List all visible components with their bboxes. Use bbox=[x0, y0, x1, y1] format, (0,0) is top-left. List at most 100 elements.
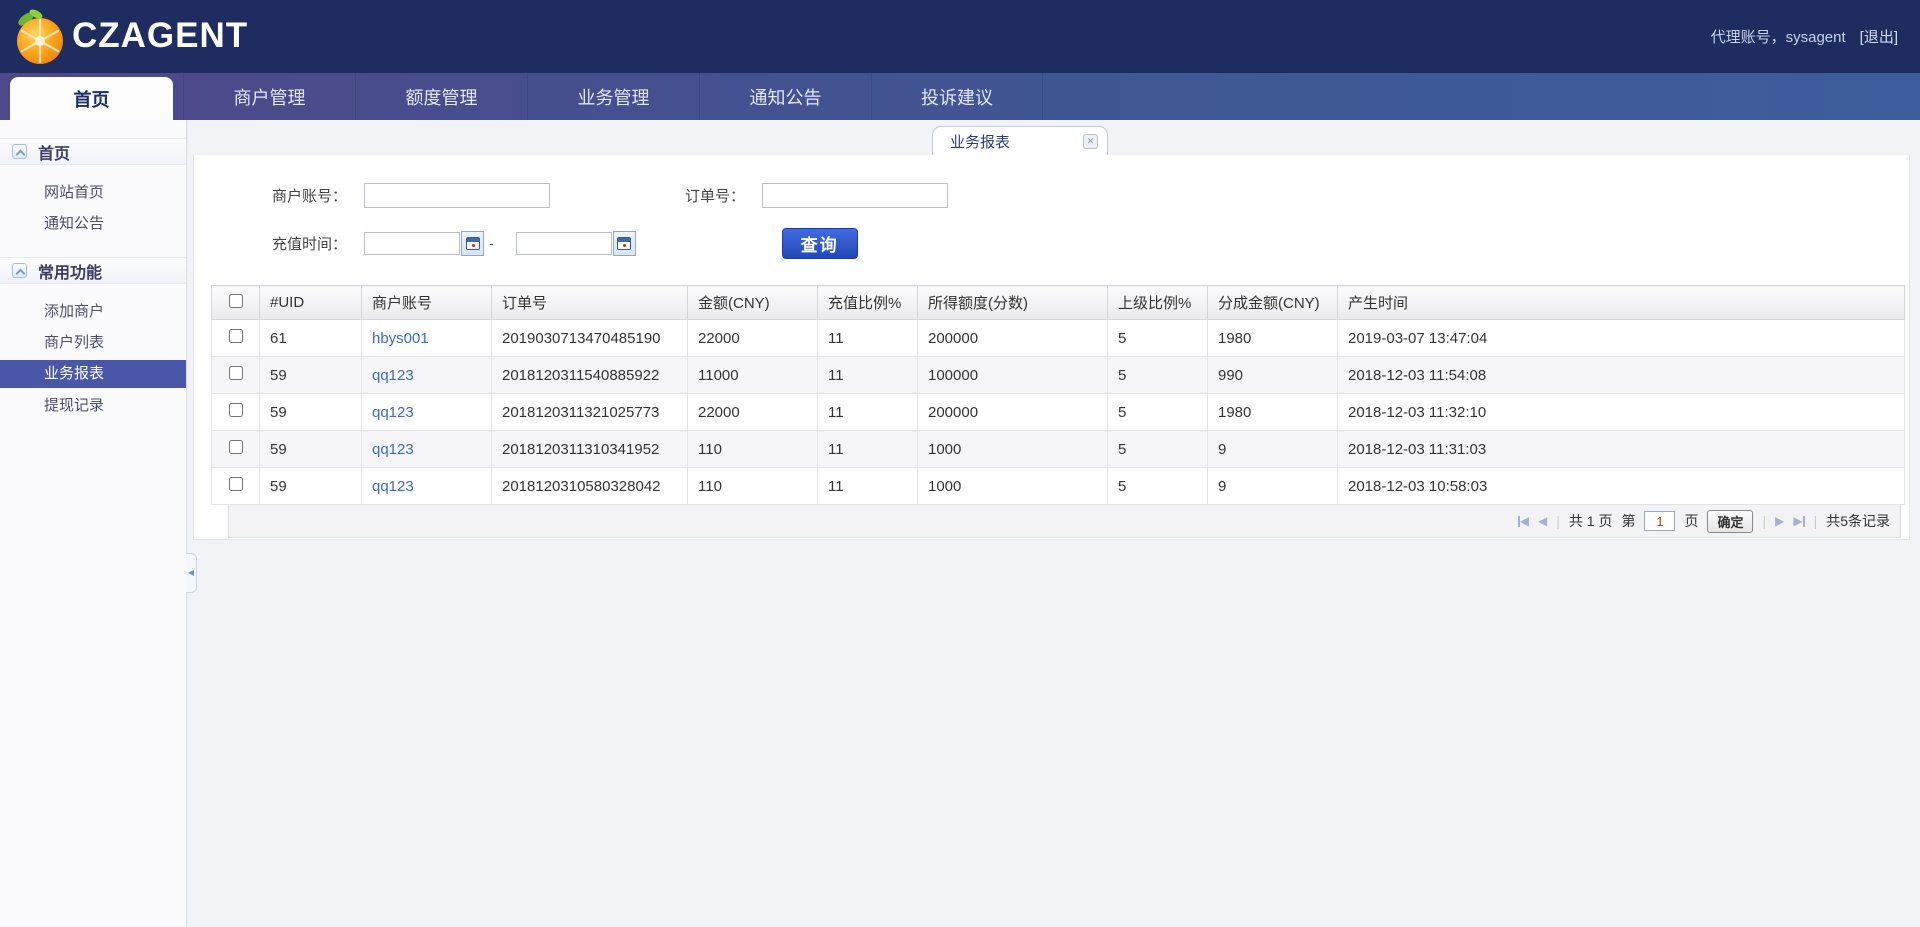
first-page-icon[interactable]: ◀ bbox=[1517, 514, 1529, 528]
content-area: 商户账号： 订单号： 充值时间： - 查询 #UID 商户账号 订单号 金额(C… bbox=[188, 120, 1920, 927]
sidebar: 首页 网站首页 通知公告 常用功能 添加商户 商户列表 业务报表 提现记录 bbox=[0, 120, 187, 927]
cell-share_amount: 9 bbox=[1207, 430, 1338, 468]
next-page-icon[interactable]: ▶ bbox=[1775, 514, 1784, 528]
cell-order: 2018120310580328042 bbox=[491, 467, 688, 505]
cell-order: 2018120311310341952 bbox=[491, 430, 688, 468]
last-page-icon[interactable]: ▶ bbox=[1793, 514, 1805, 528]
report-table-wrap: #UID 商户账号 订单号 金额(CNY) 充值比例% 所得额度(分数) 上级比… bbox=[211, 285, 1905, 538]
select-all-checkbox[interactable] bbox=[228, 293, 243, 308]
row-checkbox[interactable] bbox=[228, 477, 243, 491]
calendar-icon[interactable] bbox=[461, 230, 484, 256]
cell-uid: 59 bbox=[259, 356, 362, 394]
merchant-account-link[interactable]: qq123 bbox=[372, 404, 414, 421]
sidebar-item-merchant-list[interactable]: 商户列表 bbox=[0, 327, 186, 358]
confirm-page-button[interactable]: 确定 bbox=[1707, 509, 1754, 533]
brand-logo-icon bbox=[12, 7, 70, 67]
merchant-account-link[interactable]: qq123 bbox=[372, 367, 414, 384]
cell-amount: 22000 bbox=[687, 319, 818, 357]
cell-amount: 110 bbox=[687, 467, 818, 505]
cell-credit: 1000 bbox=[917, 430, 1108, 468]
page-number-input[interactable] bbox=[1644, 511, 1676, 531]
cell-order: 2019030713470485190 bbox=[491, 319, 688, 357]
calendar-icon[interactable] bbox=[612, 230, 636, 256]
cell-uid: 59 bbox=[259, 393, 362, 431]
nav-item-quota-mgmt[interactable]: 额度管理 bbox=[355, 73, 527, 120]
merchant-account-link[interactable]: qq123 bbox=[372, 441, 414, 458]
cell-parent_ratio: 5 bbox=[1107, 467, 1208, 505]
nav-item-notice[interactable]: 通知公告 bbox=[699, 73, 871, 120]
row-checkbox-cell bbox=[211, 356, 260, 394]
cell-account: qq123 bbox=[361, 430, 492, 468]
tab-business-report-active[interactable]: 业务报表 ✕ bbox=[932, 126, 1108, 155]
row-checkbox[interactable] bbox=[228, 329, 243, 343]
prev-page-icon[interactable]: ◀ bbox=[1538, 514, 1547, 528]
cell-parent_ratio: 5 bbox=[1107, 356, 1208, 394]
sidebar-item-withdraw-records[interactable]: 提现记录 bbox=[0, 390, 186, 421]
table-row: 59 qq123 2018120311310341952 110 11 1000 5 9 201… bbox=[211, 430, 1905, 468]
cell-account: qq123 bbox=[361, 467, 492, 505]
collapse-chevron-icon[interactable] bbox=[12, 263, 27, 278]
cell-share_amount: 9 bbox=[1207, 467, 1338, 505]
search-form-row-2: 充值时间： - 查询 bbox=[194, 227, 1909, 259]
cell-account: qq123 bbox=[361, 356, 492, 394]
merchant-account-input[interactable] bbox=[364, 182, 550, 208]
cell-uid: 59 bbox=[259, 430, 362, 468]
total-pages-text: 共 1 页 bbox=[1568, 513, 1613, 529]
merchant-account-link[interactable]: hbys001 bbox=[372, 330, 429, 347]
row-checkbox[interactable] bbox=[228, 366, 243, 380]
recharge-time-label: 充值时间： bbox=[271, 235, 347, 253]
row-checkbox[interactable] bbox=[228, 440, 243, 454]
total-records-text: 共5条记录 bbox=[1826, 513, 1890, 529]
row-checkbox[interactable] bbox=[228, 403, 243, 417]
merchant-account-link[interactable]: qq123 bbox=[372, 478, 414, 495]
date-range-to bbox=[515, 230, 636, 256]
cell-credit: 200000 bbox=[917, 393, 1108, 431]
cell-created: 2018-12-03 11:32:10 bbox=[1337, 393, 1905, 431]
main-nav: 商户管理 额度管理 业务管理 通知公告 投诉建议 bbox=[0, 73, 1920, 120]
report-table: #UID 商户账号 订单号 金额(CNY) 充值比例% 所得额度(分数) 上级比… bbox=[211, 285, 1905, 505]
sidebar-section-common[interactable]: 常用功能 bbox=[0, 257, 186, 284]
cell-created: 2018-12-03 10:58:03 bbox=[1337, 467, 1905, 505]
search-button[interactable]: 查询 bbox=[781, 227, 858, 259]
cell-amount: 22000 bbox=[687, 393, 818, 431]
col-uid: #UID bbox=[259, 285, 362, 320]
cell-share_amount: 1980 bbox=[1207, 393, 1338, 431]
cell-parent_ratio: 5 bbox=[1107, 319, 1208, 357]
col-recharge-ratio: 充值比例% bbox=[817, 285, 918, 320]
sidebar-section-title: 首页 bbox=[38, 145, 71, 163]
date-range-separator: - bbox=[489, 235, 494, 251]
nav-item-merchant-mgmt[interactable]: 商户管理 bbox=[183, 73, 355, 120]
date-from-input[interactable] bbox=[364, 231, 460, 255]
nav-item-business-mgmt[interactable]: 业务管理 bbox=[527, 73, 699, 120]
sidebar-item-add-merchant[interactable]: 添加商户 bbox=[0, 296, 186, 327]
user-area: 代理账号，sysagent [退出] bbox=[1711, 0, 1898, 73]
table-row: 59 qq123 2018120311540885922 11000 11 100000 5… bbox=[211, 356, 1905, 394]
cell-order: 2018120311540885922 bbox=[491, 356, 688, 394]
logout-link[interactable]: [退出] bbox=[1860, 26, 1898, 47]
cell-credit: 200000 bbox=[917, 319, 1108, 357]
sidebar-item-site-home[interactable]: 网站首页 bbox=[0, 177, 186, 208]
col-amount: 金额(CNY) bbox=[687, 285, 818, 320]
sidebar-item-notice[interactable]: 通知公告 bbox=[0, 208, 186, 239]
sidebar-item-business-report[interactable]: 业务报表 bbox=[0, 360, 186, 388]
pagination-bar: ◀ ◀ | 共 1 页 第 页 确定 | ▶ ▶ | 共5条记录 bbox=[228, 505, 1901, 538]
cell-parent_ratio: 5 bbox=[1107, 393, 1208, 431]
cell-uid: 61 bbox=[259, 319, 362, 357]
order-no-input[interactable] bbox=[762, 182, 948, 208]
nav-item-complaint[interactable]: 投诉建议 bbox=[871, 73, 1043, 120]
col-order-no: 订单号 bbox=[491, 285, 688, 320]
cell-recharge_ratio: 11 bbox=[817, 430, 918, 468]
cell-recharge_ratio: 11 bbox=[817, 467, 918, 505]
tab-close-icon[interactable]: ✕ bbox=[1083, 133, 1098, 149]
row-checkbox-cell bbox=[211, 393, 260, 431]
cell-created: 2019-03-07 13:47:04 bbox=[1337, 319, 1905, 357]
cell-share_amount: 1980 bbox=[1207, 319, 1338, 357]
row-checkbox-cell bbox=[211, 319, 260, 357]
sidebar-collapse-handle[interactable]: ◀ bbox=[186, 553, 197, 593]
nav-item-home-active[interactable]: 首页 bbox=[10, 77, 173, 120]
date-to-input[interactable] bbox=[515, 231, 612, 255]
sidebar-section-home[interactable]: 首页 bbox=[0, 138, 186, 165]
merchant-account-label: 商户账号： bbox=[271, 187, 347, 205]
collapse-chevron-icon[interactable] bbox=[12, 144, 27, 159]
cell-account: hbys001 bbox=[361, 319, 492, 357]
